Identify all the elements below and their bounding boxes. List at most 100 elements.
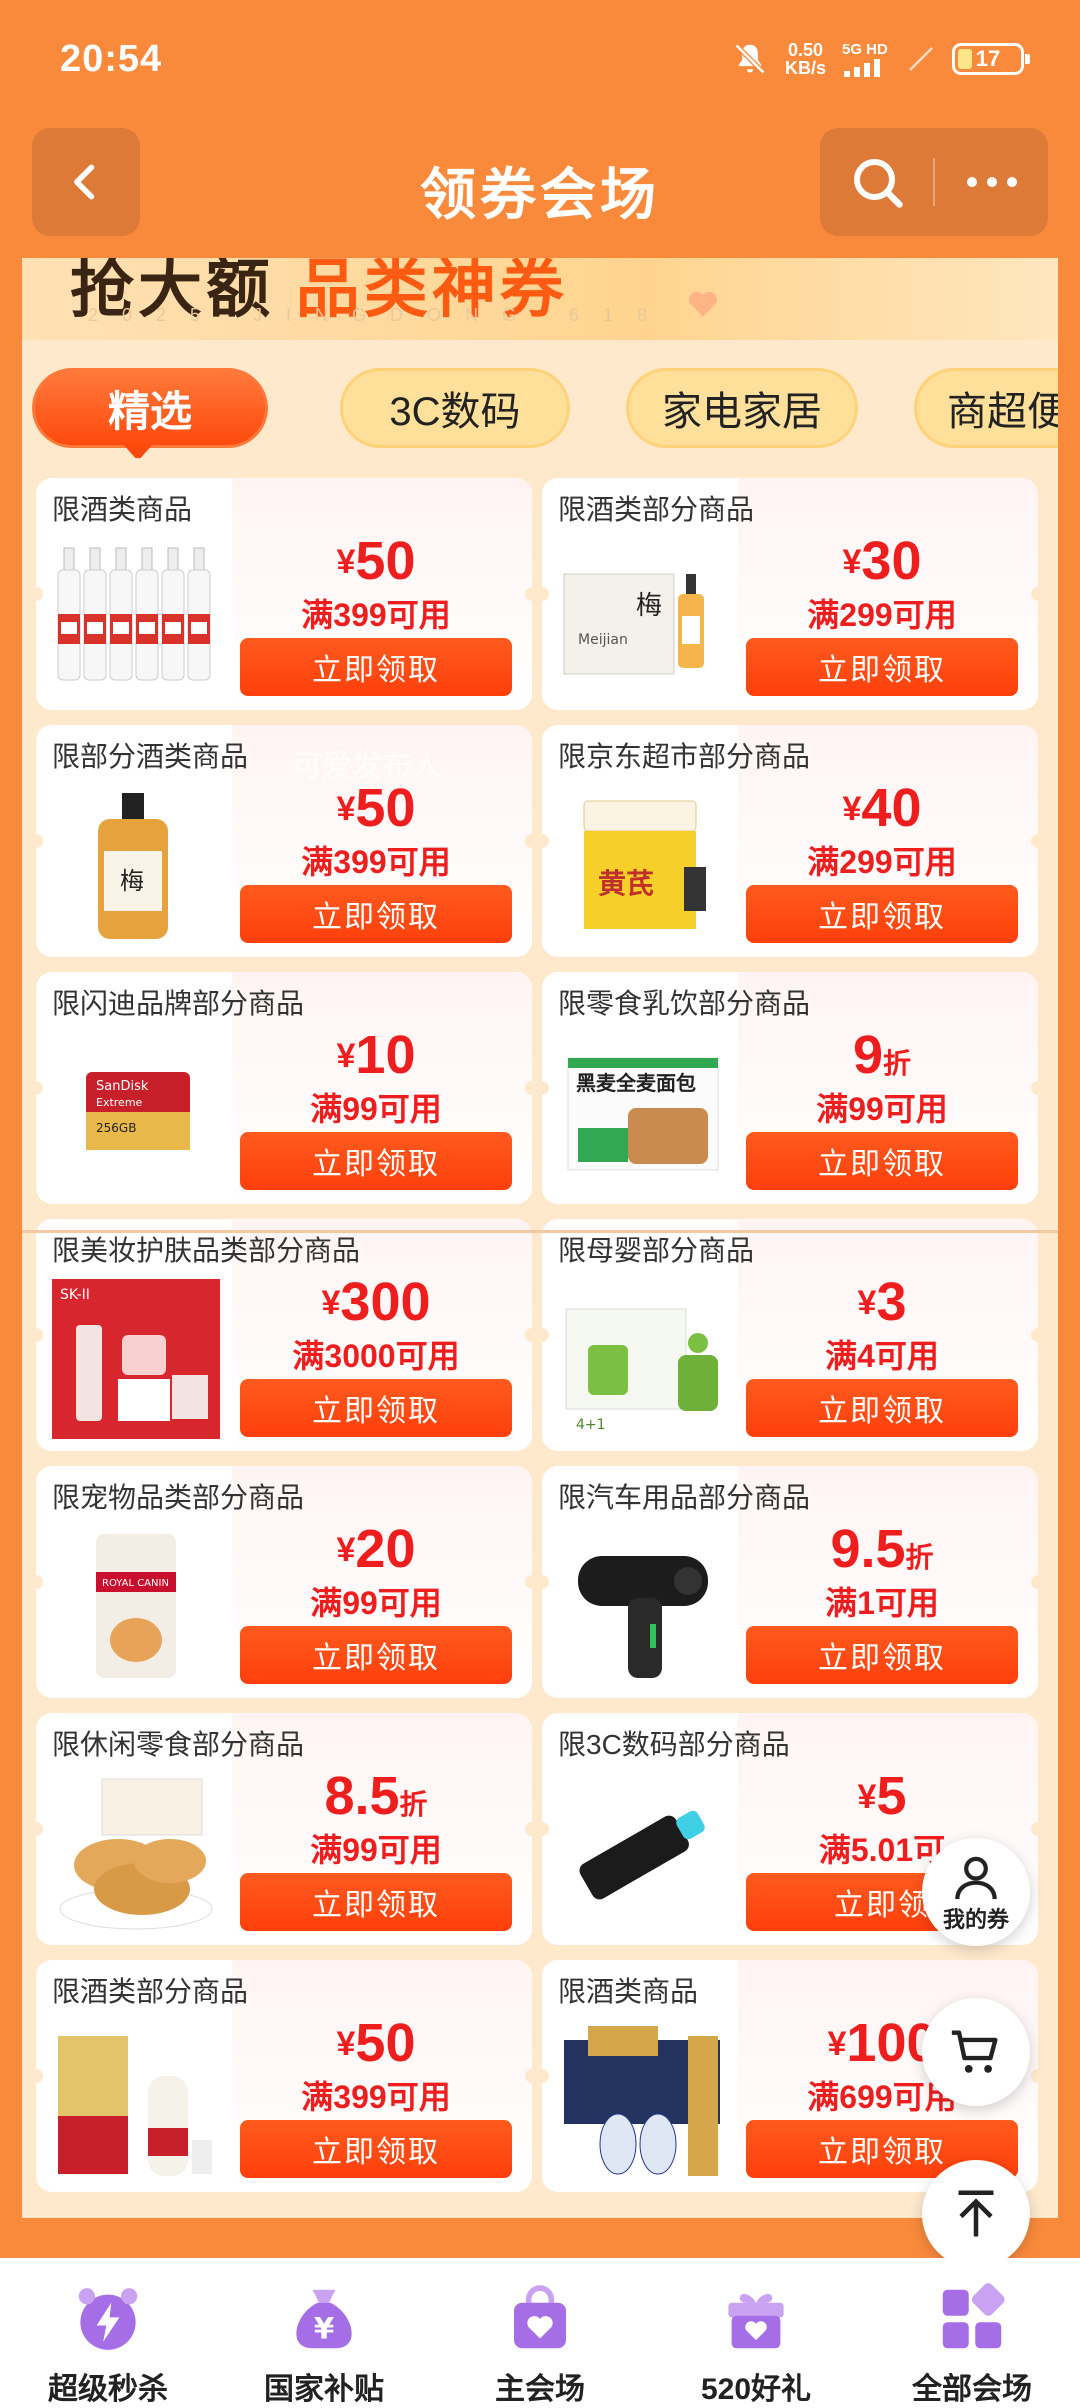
product-image: ROYAL CANIN [52,1522,220,1690]
money-bag-icon: ¥ [296,2289,352,2349]
coupon-value: ¥40 [842,778,922,838]
arrow-up-icon [958,2190,994,2237]
cart-button[interactable] [922,1998,1030,2106]
claim-coupon-button[interactable]: 立即领取 [746,885,1018,943]
claim-coupon-button[interactable]: 立即领取 [746,1379,1018,1437]
coupon-scope-label: 限闪迪品牌部分商品 [52,988,305,1019]
coupon-card[interactable]: 限酒类部分商品 ¥50 满399可用 立即领取 [36,1960,532,2192]
bell-mute-icon [734,43,766,75]
coupon-value: ¥5 [857,1766,907,1826]
shopping-cart-icon [951,2030,998,2073]
product-image [52,2016,220,2184]
coupon-card[interactable]: 限部分酒类商品 梅 ¥50 满399可用 立即领取 [36,725,532,957]
coupon-scope-label: 限汽车用品部分商品 [558,1482,811,1513]
product-image [558,2016,726,2184]
coupon-card[interactable]: 限酒类商品 ¥50 满399可用 立即领取 [36,478,532,710]
claim-coupon-button[interactable]: 立即领取 [240,1873,512,1931]
claim-coupon-button[interactable]: 立即领取 [240,1379,512,1437]
network-speed: 0.50 KB/s [784,40,826,78]
coupon-value: ¥3 [857,1272,907,1332]
coupon-value: 9折 [852,1025,912,1085]
product-image [52,1769,220,1937]
coupon-scope-label: 限美妆护肤品类部分商品 [52,1235,361,1266]
product-image: SK-II [52,1275,220,1443]
svg-text:Extreme: Extreme [96,1096,143,1109]
svg-text:梅: 梅 [636,591,662,621]
tab-featured[interactable]: 精选 [32,368,268,448]
bottom-nav-520-gifts[interactable]: 520好礼 [648,2258,864,2408]
tab-supermarket[interactable]: 商超便 [914,368,1058,448]
coupon-condition: 满3000可用 [292,1338,460,1374]
claim-coupon-button[interactable]: 立即领取 [240,885,512,943]
coupon-value: ¥300 [321,1272,431,1332]
coupon-card[interactable]: 限宠物品类部分商品 ROYAL CANIN ¥20 满99可用 立即领取 [36,1466,532,1698]
bottom-nav-all-venues[interactable]: 全部会场 [864,2258,1080,2408]
tab-3c-digital[interactable]: 3C数码 [340,368,570,448]
coupon-scope-label: 限酒类部分商品 [52,1976,249,2007]
coupon-value: ¥50 [336,531,416,591]
coupon-card[interactable]: 限汽车用品部分商品 9.5折 满1可用 立即领取 [542,1466,1038,1698]
product-image [558,1769,726,1937]
coupon-value: ¥30 [842,531,922,591]
coupon-value: ¥50 [336,2013,416,2073]
gift-heart-icon [728,2293,784,2349]
battery-indicator: 17 [952,43,1030,75]
coupon-hall-content: 抢大额 品类神券 2025 JINGDONG 618 精选 3C数码 家电家居 … [22,258,1058,2218]
bottom-nav-bar: 超级秒杀 ¥ 国家补贴 主会场 520好礼 全部会场 [0,2258,1080,2408]
coupon-card[interactable]: 限京东超市部分商品 黄芪 ¥40 满299可用 立即领取 [542,725,1038,957]
coupon-scope-label: 限休闲零食部分商品 [52,1729,305,1760]
coupon-scope-label: 限零食乳饮部分商品 [558,988,811,1019]
bottom-nav-main-venue[interactable]: 主会场 [432,2258,648,2408]
coupon-condition: 满399可用 [301,2079,451,2115]
coupon-condition: 满399可用 [301,844,451,880]
claim-coupon-button[interactable]: 立即领取 [240,638,512,696]
svg-text:256GB: 256GB [96,1121,136,1135]
claim-coupon-button[interactable]: 立即领取 [240,2120,512,2178]
user-icon [955,1856,997,1900]
coupon-condition: 满1可用 [825,1585,939,1621]
svg-text:¥: ¥ [314,2312,335,2346]
claim-coupon-button[interactable]: 立即领取 [240,1132,512,1190]
status-indicators: 0.50 KB/s 5G HD 17 [731,40,1030,78]
product-image [558,1522,726,1690]
product-image: Meijian 梅 [558,534,726,702]
more-dots-icon [966,177,1017,187]
claim-coupon-button[interactable]: 立即领取 [746,1132,1018,1190]
coupon-value: ¥20 [336,1519,416,1579]
coupon-condition: 满99可用 [310,1585,442,1621]
coupon-card[interactable]: 限酒类部分商品 Meijian 梅 ¥30 满299可用 立即领取 [542,478,1038,710]
product-image [52,534,220,702]
claim-coupon-button[interactable]: 立即领取 [746,1626,1018,1684]
product-image: SanDisk Extreme 256GB [52,1028,220,1196]
bottom-nav-subsidy[interactable]: ¥ 国家补贴 [216,2258,432,2408]
product-image: 黄芪 [558,781,726,949]
more-button[interactable] [935,128,1048,236]
coupon-value: 8.5折 [324,1766,428,1826]
coupon-card[interactable]: 限美妆护肤品类部分商品 SK-II ¥300 满3000可用 立即领取 [36,1219,532,1451]
coupon-card[interactable]: 限零食乳饮部分商品 黑麦全麦面包 9折 满99可用 立即领取 [542,972,1038,1204]
bottom-nav-flash-sale[interactable]: 超级秒杀 [0,2258,216,2408]
coupon-card[interactable]: 限闪迪品牌部分商品 SanDisk Extreme 256GB ¥10 满99可用 … [36,972,532,1204]
claim-coupon-button[interactable]: 立即领取 [746,638,1018,696]
search-icon [853,159,903,208]
coupon-condition: 满299可用 [807,597,957,633]
coupon-card[interactable]: 限休闲零食部分商品 8.5折 满99可用 立即领取 [36,1713,532,1945]
coupon-card[interactable]: 限母婴部分商品 4+1 ¥3 满4可用 立即领取 [542,1219,1038,1451]
coupon-value: ¥10 [336,1025,416,1085]
tab-appliances-home[interactable]: 家电家居 [626,368,858,448]
back-to-top-button[interactable] [922,2160,1030,2268]
top-nav-bar: 领券会场 [0,120,1080,260]
claim-coupon-button[interactable]: 立即领取 [240,1626,512,1684]
search-button[interactable] [820,128,933,236]
no-sim-icon [909,47,933,71]
nav-action-group [820,128,1048,236]
promo-banner: 抢大额 品类神券 2025 JINGDONG 618 [22,258,1058,340]
coupon-scope-label: 限酒类商品 [558,1976,699,2007]
status-bar: 20:54 0.50 KB/s 5G HD 17 [0,0,1080,120]
svg-text:黑麦全麦面包: 黑麦全麦面包 [576,1071,696,1095]
coupon-scope-label: 限京东超市部分商品 [558,741,811,772]
my-coupons-button[interactable]: 我的券 [922,1838,1030,1946]
banner-subtitle: 2025 JINGDONG 618 [88,305,672,325]
coupon-condition: 满299可用 [807,844,957,880]
coupon-condition: 满4可用 [825,1338,939,1374]
